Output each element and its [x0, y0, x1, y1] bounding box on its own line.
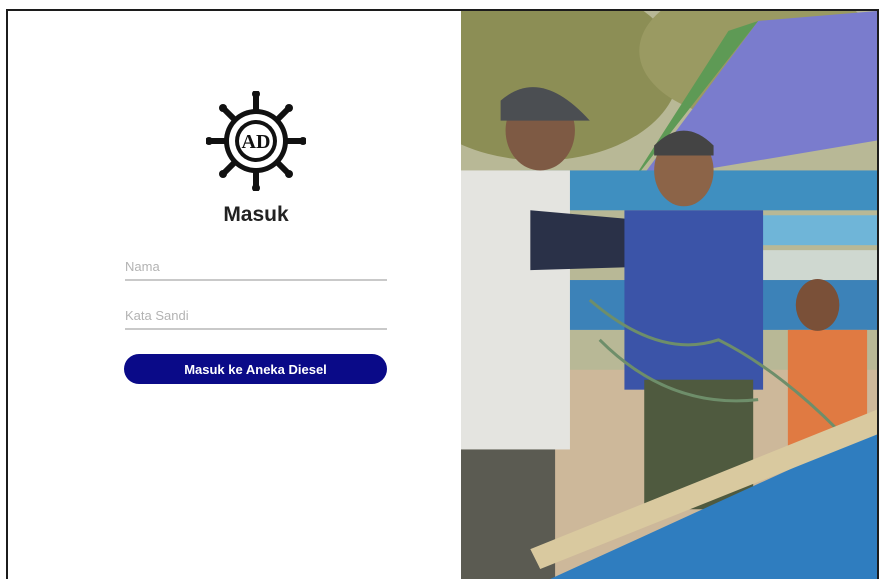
username-field[interactable]	[125, 253, 387, 281]
hero-photo	[461, 11, 877, 579]
password-input[interactable]	[125, 302, 387, 328]
login-button[interactable]: Masuk ke Aneka Diesel	[124, 354, 387, 384]
login-window: AD Masuk Masuk ke Aneka Diesel	[6, 9, 879, 579]
fishermen-photo	[461, 11, 877, 579]
login-heading: Masuk	[223, 203, 289, 226]
ship-wheel-logo-icon: AD	[206, 91, 306, 191]
password-field[interactable]	[125, 302, 387, 330]
username-input[interactable]	[125, 253, 387, 279]
login-panel: AD Masuk Masuk ke Aneka Diesel	[8, 11, 461, 579]
logo-monogram: AD	[242, 131, 271, 153]
